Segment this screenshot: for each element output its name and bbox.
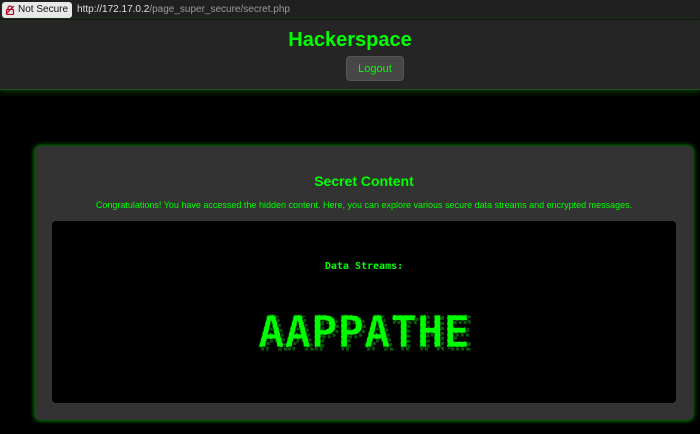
security-indicator[interactable]: Not Secure — [2, 1, 73, 18]
ascii-banner: AAPPATHE AAPPATHE — [52, 305, 676, 358]
browser-address-bar: Not Secure http://172.17.0.2/page_super_… — [0, 0, 700, 20]
card-description: Congratulations! You have accessed the h… — [95, 200, 633, 210]
ascii-banner-art: AAPPATHE AAPPATHE — [258, 307, 474, 358]
logout-button[interactable]: Logout — [346, 56, 404, 81]
url-field[interactable]: http://172.17.0.2/page_super_secure/secr… — [77, 4, 290, 15]
site-header: Hackerspace Logout — [0, 20, 700, 90]
url-path: /page_super_secure/secret.php — [149, 4, 290, 15]
site-title: Hackerspace — [288, 29, 412, 51]
secret-content-card: Secret Content Congratulations! You have… — [35, 146, 693, 420]
data-streams-panel: Data Streams: AAPPATHE AAPPATHE — [52, 221, 676, 403]
card-title: Secret Content — [314, 173, 414, 189]
lock-warning-icon — [5, 4, 15, 15]
data-streams-label: Data Streams: — [324, 261, 404, 272]
security-label: Not Secure — [18, 4, 69, 15]
ascii-banner-text: AAPPATHE — [258, 307, 470, 357]
url-host: http://172.17.0.2 — [77, 4, 150, 15]
